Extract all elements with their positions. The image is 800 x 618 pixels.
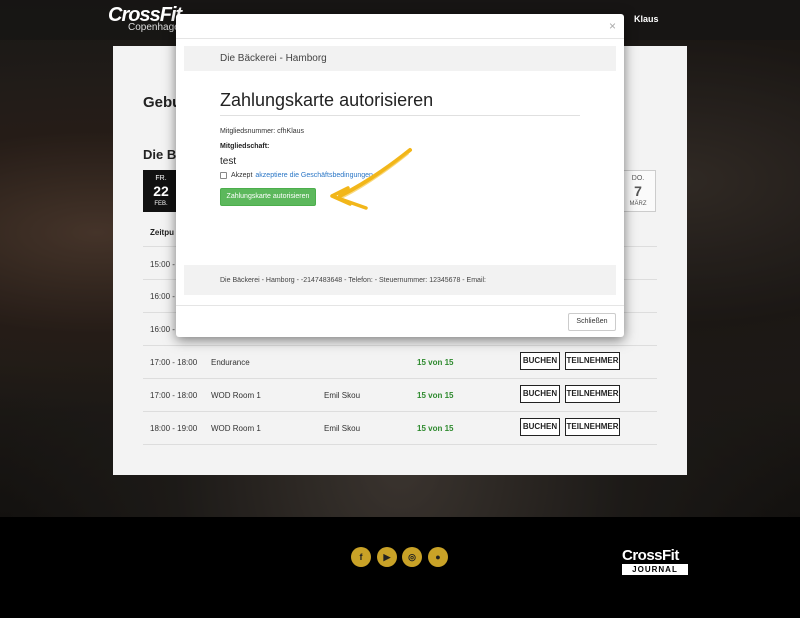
row-divider [143,411,657,412]
journal-title: CrossFit [622,547,679,564]
shop-info-bar: Die Bäckerei - Hamborg - -2147483648 - T… [184,265,616,295]
row-spots: 15 von 15 [417,358,454,367]
book-button[interactable]: BUCHEN [520,418,560,436]
participants-button[interactable]: TEILNEHMER [565,418,620,436]
day-number: 22 [153,183,169,199]
column-header-time: Zeitpu [150,228,174,237]
row-spots: 15 von 15 [417,391,454,400]
close-icon[interactable]: × [609,19,616,33]
location-icon[interactable]: ● [428,547,448,567]
day-weekday: DO. [631,175,645,182]
day-month: FEB. [154,201,168,207]
book-button[interactable]: BUCHEN [520,352,560,370]
row-time: 16:00 - [150,292,175,301]
membership-value: test [220,156,237,167]
day-month: MÄRZ [629,201,647,207]
user-menu[interactable]: Klaus [634,14,659,24]
day-weekday: FR. [155,175,167,182]
terms-label: Akzept [231,172,253,179]
row-time: 15:00 - [150,260,175,269]
row-spots: 15 von 15 [417,424,454,433]
row-class: Endurance [211,358,250,367]
day-number: 7 [634,183,642,199]
row-divider [143,378,657,379]
shop-header-bar: Die Bäckerei - Hamborg [184,46,616,71]
row-time: 18:00 - 19:00 [150,424,198,433]
yellow-arrow-annotation [330,148,412,210]
row-time: 16:00 - [150,325,175,334]
day-tab-do-7[interactable]: DO. 7 MÄRZ [620,170,656,212]
row-coach: Emil Skou [324,424,361,433]
close-button[interactable]: Schließen [568,313,616,331]
journal-subtitle: JOURNAL [622,564,688,575]
shop-info-text: Die Bäckerei - Hamborg - -2147483648 - T… [220,277,487,284]
modal-header-divider [176,38,624,39]
row-divider [143,345,657,346]
participants-button[interactable]: TEILNEHMER [565,352,620,370]
row-divider [143,444,657,445]
row-time: 17:00 - 18:00 [150,391,198,400]
site-footer: f ▶ ◎ ● CrossFit JOURNAL [0,517,800,618]
facebook-icon[interactable]: f [351,547,371,567]
book-button[interactable]: BUCHEN [520,385,560,403]
terms-checkbox[interactable] [220,172,227,179]
shop-name: Die Bäckerei - Hamborg [220,53,327,64]
row-time: 17:00 - 18:00 [150,358,198,367]
youtube-icon[interactable]: ▶ [377,547,397,567]
row-coach: Emil Skou [324,391,361,400]
membership-label: Mitgliedschaft: [220,143,270,150]
crossfit-journal-logo[interactable]: CrossFit JOURNAL [622,548,688,575]
title-divider [220,115,580,116]
participants-button[interactable]: TEILNEHMER [565,385,620,403]
instagram-icon[interactable]: ◎ [402,547,422,567]
day-tab-fr-22[interactable]: FR. 22 FEB. [143,170,179,212]
row-class: WOD Room 1 [211,391,261,400]
modal-title: Zahlungskarte autorisieren [220,90,434,110]
member-number: Mitgliedsnummer: cfhKlaus [220,128,305,135]
modal-footer-divider [176,305,624,306]
authorize-card-button[interactable]: Zahlungskarte autorisieren [220,188,316,206]
row-class: WOD Room 1 [211,424,261,433]
